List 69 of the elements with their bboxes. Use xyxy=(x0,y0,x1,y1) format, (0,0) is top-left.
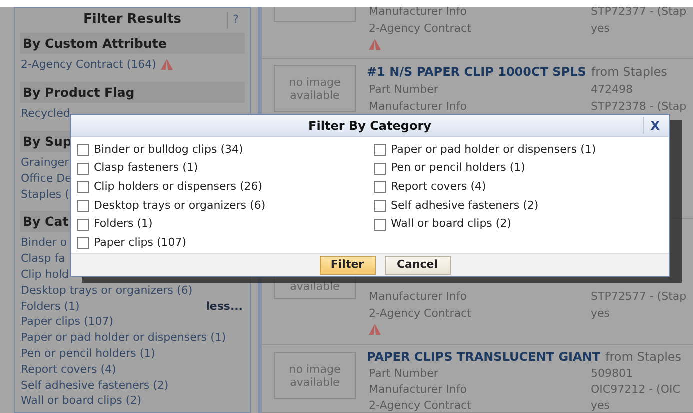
checkbox[interactable] xyxy=(77,200,89,212)
filter-link[interactable]: Recycled xyxy=(21,106,70,122)
checkbox[interactable] xyxy=(77,162,89,175)
filter-link[interactable]: Clasp fa xyxy=(21,251,66,266)
field-value: STP72378 - (Stap xyxy=(591,99,687,115)
filter-link[interactable]: Wall or board clips (2) xyxy=(21,393,142,408)
filter-link[interactable]: Pen or pencil holders (1) xyxy=(21,346,156,361)
option-label: Wall or board clips (2) xyxy=(391,216,512,232)
option-label: Self adhesive fasteners (2) xyxy=(391,198,539,214)
field-value: 509801 xyxy=(591,366,633,382)
field-value: 472498 xyxy=(591,82,633,98)
no-image-text: available xyxy=(290,280,340,293)
checkbox[interactable] xyxy=(77,237,89,250)
field-value: STP72577 - (Stap xyxy=(591,289,687,305)
checkbox[interactable] xyxy=(374,218,386,231)
field-value: yes xyxy=(591,21,610,37)
field-label: 2-Agency Contract xyxy=(369,21,472,37)
filter-link[interactable]: Staples ( xyxy=(21,186,70,202)
checkbox[interactable] xyxy=(77,144,89,156)
field-label: 2-Agency Contract xyxy=(369,306,472,322)
filter-link[interactable]: Desktop trays or organizers (6) xyxy=(21,282,193,298)
product-title[interactable]: #1 N/S PAPER CLIP 1000CT SPLS xyxy=(367,65,586,79)
help-link[interactable]: ? xyxy=(227,12,244,28)
checkbox[interactable] xyxy=(374,200,386,212)
checkbox[interactable] xyxy=(374,181,386,194)
checkbox[interactable] xyxy=(374,162,386,175)
no-image-text: no image available xyxy=(288,362,342,388)
option-label: Clasp fasteners (1) xyxy=(94,160,198,176)
checkbox[interactable] xyxy=(77,218,89,231)
filter-link[interactable]: Paper clips (107) xyxy=(21,314,114,330)
field-label: Manufacturer Info xyxy=(369,7,468,20)
supplier-text: from Staples xyxy=(591,65,668,79)
field-value: yes xyxy=(591,306,610,322)
field-value: yes xyxy=(591,398,610,413)
filter-link[interactable]: Paper or pad holder or dispensers (1) xyxy=(21,330,226,346)
field-label: Manufacturer Info xyxy=(369,99,468,115)
filter-link[interactable]: Folders (1) xyxy=(21,298,80,314)
dialog-title: Filter By Category xyxy=(308,118,432,134)
less-link[interactable]: less... xyxy=(206,298,243,314)
supplier-text: from Staples xyxy=(606,350,682,364)
filter-link[interactable]: Report covers (4) xyxy=(21,362,116,377)
filter-link[interactable]: Clip hold xyxy=(21,266,70,282)
section-heading: By Custom Attribute xyxy=(20,33,245,54)
filter-link[interactable]: Grainger xyxy=(21,154,70,170)
panel-title: Filter Results xyxy=(84,11,182,30)
filter-link[interactable]: Binder o xyxy=(21,235,68,250)
checkbox[interactable] xyxy=(374,144,386,156)
field-label: Part Number xyxy=(369,366,440,382)
filter-link[interactable]: Self adhesive fasteners (2) xyxy=(21,378,169,393)
field-value: STP72377 - (Stap xyxy=(591,7,687,20)
product-title[interactable]: PAPER CLIPS TRANSLUCENT GIANT xyxy=(367,350,601,364)
close-button[interactable]: X xyxy=(642,117,667,134)
option-label: Pen or pencil holders (1) xyxy=(391,160,526,176)
checkbox[interactable] xyxy=(77,181,89,194)
field-label: Part Number xyxy=(369,82,440,98)
field-label: Manufacturer Info xyxy=(369,382,468,398)
field-value: OIC97212 - (OIC xyxy=(591,382,680,398)
field-label: Manufacturer Info xyxy=(369,289,468,305)
option-label: Folders (1) xyxy=(94,216,153,232)
cancel-button[interactable]: Cancel xyxy=(384,256,450,274)
no-image-text: no image available xyxy=(288,76,342,102)
option-label: Paper clips (107) xyxy=(94,235,187,252)
option-label: Report covers (4) xyxy=(391,179,486,196)
field-label: 2-Agency Contract xyxy=(369,398,472,413)
option-label: Clip holders or dispensers (26) xyxy=(94,179,263,196)
option-label: Paper or pad holder or dispensers (1) xyxy=(391,142,596,158)
section-heading: By Product Flag xyxy=(20,82,245,103)
filter-link[interactable]: 2-Agency Contract (164) xyxy=(21,57,156,72)
filter-button[interactable]: Filter xyxy=(320,256,376,274)
